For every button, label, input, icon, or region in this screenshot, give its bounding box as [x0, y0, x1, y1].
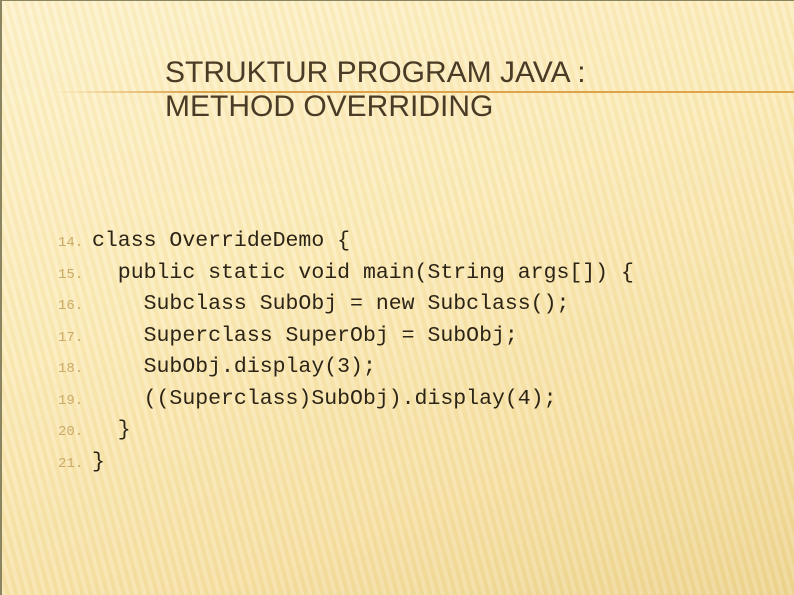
line-number: 21. [58, 455, 84, 472]
code-line: 21.} [58, 450, 634, 482]
code-line: 15. public static void main(String args[… [58, 261, 634, 293]
code-text: ((Superclass)SubObj).display(4); [92, 386, 557, 411]
title-divider [52, 91, 794, 93]
line-number: 17. [58, 329, 84, 346]
code-text: Subclass SubObj = new Subclass(); [92, 292, 570, 316]
line-number: 14. [58, 235, 84, 251]
code-line: 17. Superclass SuperObj = SubObj; [58, 324, 634, 356]
code-line: 16. Subclass SubObj = new Subclass(); [58, 292, 634, 324]
code-block: 14. class OverrideDemo { 15. public stati… [58, 229, 634, 481]
code-text: Superclass SuperObj = SubObj; [92, 323, 518, 348]
line-number: 16. [58, 298, 84, 314]
title-line-1: STRUKTUR PROGRAM JAVA : [165, 56, 586, 89]
code-line: 18. SubObj.display(3); [58, 355, 634, 387]
code-line: 14. class OverrideDemo { [58, 229, 634, 261]
line-number: 18. [58, 361, 84, 377]
code-line: 19. ((Superclass)SubObj).display(4); [58, 387, 634, 419]
slide: STRUKTUR PROGRAM JAVA : METHOD OVERRIDIN… [0, 0, 794, 595]
slide-title: STRUKTUR PROGRAM JAVA : METHOD OVERRIDIN… [165, 56, 586, 124]
code-text: class OverrideDemo { [92, 229, 351, 253]
code-text: } [92, 418, 131, 442]
line-number: 15. [58, 266, 84, 283]
line-number: 19. [58, 392, 84, 409]
line-number: 20. [58, 424, 84, 440]
title-line-2: METHOD OVERRIDING [165, 90, 494, 123]
code-text: } [92, 449, 105, 474]
code-text: SubObj.display(3); [92, 355, 376, 379]
code-text: public static void main(String args[]) { [92, 260, 634, 285]
code-line: 20. } [58, 418, 634, 450]
